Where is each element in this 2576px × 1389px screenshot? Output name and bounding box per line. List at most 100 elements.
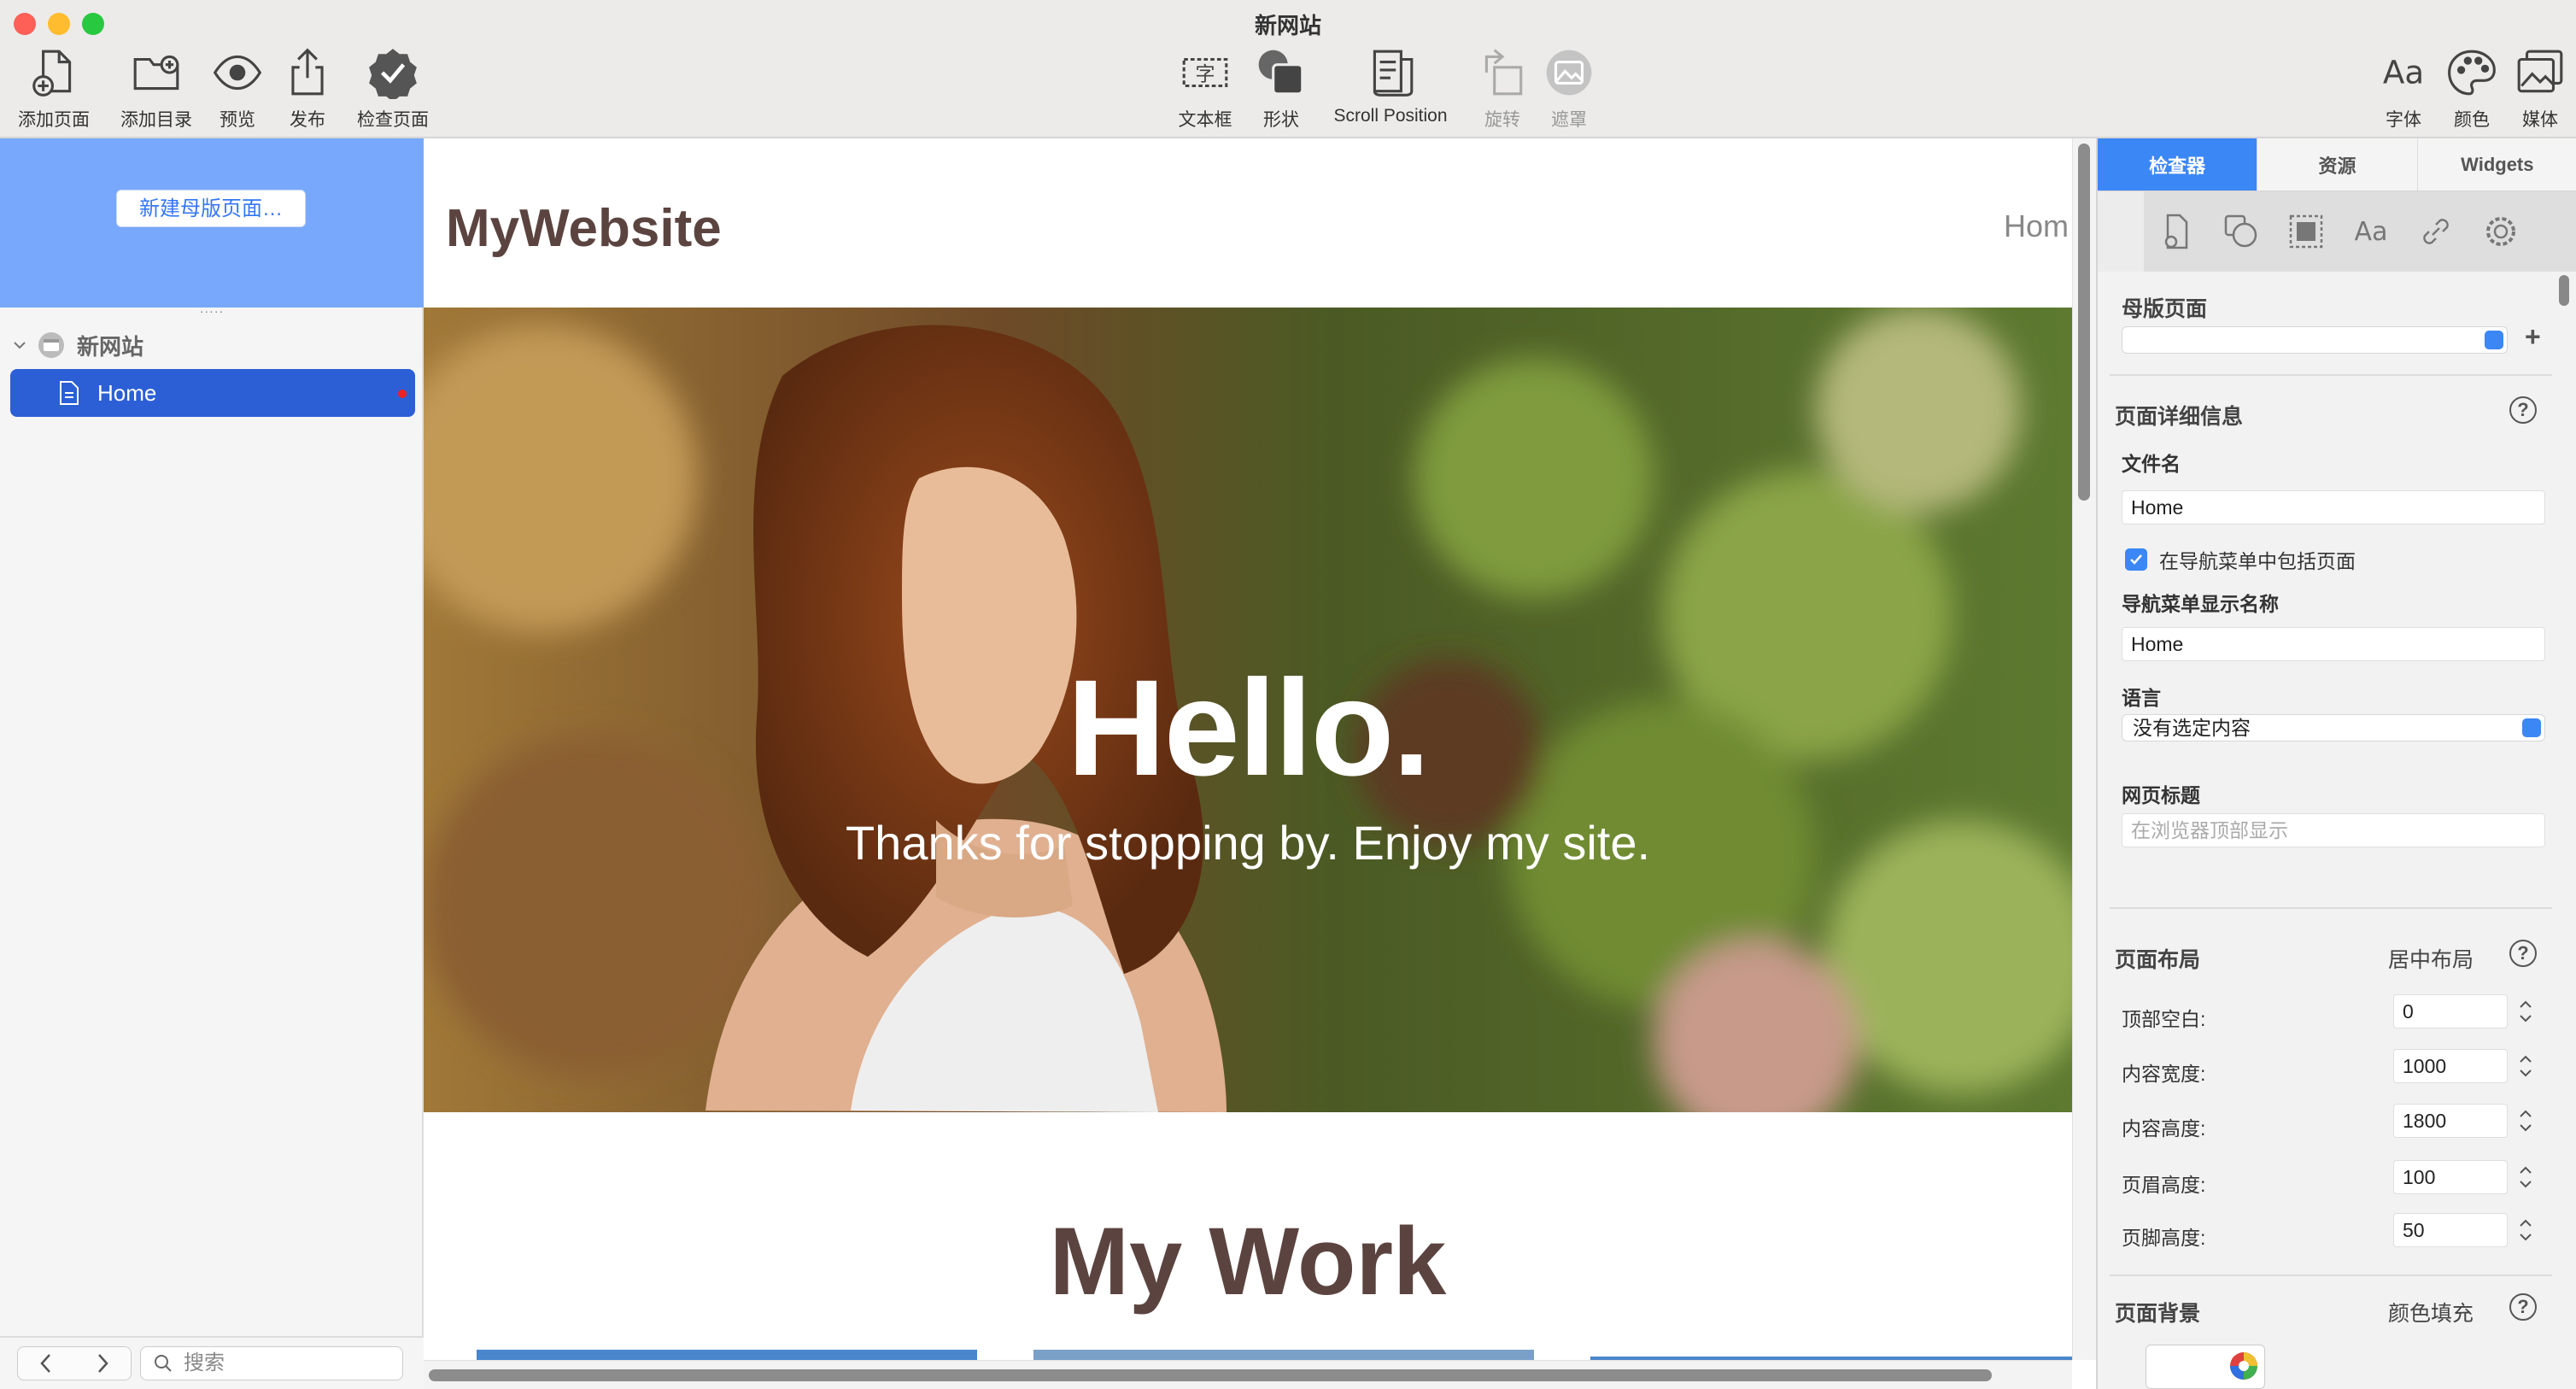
divider <box>2110 374 2552 376</box>
svg-text:Aa: Aa <box>2355 217 2388 247</box>
shape-button[interactable]: 形状 <box>1256 46 1307 132</box>
master-page-select[interactable] <box>2122 326 2508 354</box>
help-button[interactable]: ? <box>2509 940 2537 967</box>
add-master-button[interactable]: + <box>2525 321 2541 353</box>
search-field[interactable] <box>140 1346 403 1380</box>
color-well[interactable] <box>2146 1345 2265 1389</box>
help-button[interactable]: ? <box>2509 1293 2537 1321</box>
updown-icon <box>2522 718 2541 737</box>
header-height-field[interactable]: 100 <box>2393 1160 2508 1194</box>
work-thumbnail[interactable] <box>477 1350 977 1360</box>
hero-title[interactable]: Hello. <box>424 649 2072 806</box>
inspector-subtabs: Aa <box>2144 191 2576 272</box>
color-button[interactable]: 颜色 <box>2444 46 2499 132</box>
nav-menu-item[interactable]: Hom <box>2004 208 2072 244</box>
help-button[interactable]: ? <box>2509 396 2537 424</box>
page-item-home[interactable]: Home <box>10 369 415 417</box>
inspect-page-button[interactable]: 检查页面 <box>350 46 436 132</box>
search-input[interactable] <box>184 1351 372 1375</box>
checkmark-icon <box>2130 554 2142 565</box>
tab-resources[interactable]: 资源 <box>2257 138 2418 190</box>
updown-icon <box>2485 331 2503 349</box>
site-title[interactable]: MyWebsite <box>446 198 722 259</box>
scroll-position-button[interactable]: Scroll Position <box>1322 46 1459 126</box>
add-folder-button[interactable]: 添加目录 <box>114 46 198 132</box>
content-height-field[interactable]: 1800 <box>2393 1104 2508 1138</box>
publish-button[interactable]: 发布 <box>280 46 335 132</box>
include-nav-row[interactable]: 在导航菜单中包括页面 <box>2125 545 2356 574</box>
chevron-down-icon[interactable] <box>12 337 27 353</box>
nav-name-field[interactable]: Home <box>2122 627 2545 661</box>
nav-name-label: 导航菜单显示名称 <box>2122 593 2279 615</box>
rotate-button[interactable]: 旋转 <box>1478 46 1527 132</box>
search-icon <box>155 1355 172 1372</box>
stepper-icon[interactable] <box>2516 1049 2535 1083</box>
divider <box>2110 907 2552 909</box>
forward-button[interactable] <box>74 1347 131 1380</box>
content-width-field[interactable]: 1000 <box>2393 1049 2508 1083</box>
unsaved-indicator <box>398 390 407 398</box>
text-box-button[interactable]: 字 文本框 <box>1174 46 1237 132</box>
svg-text:Aa: Aa <box>2383 53 2424 91</box>
settings-tab[interactable] <box>2468 213 2533 250</box>
scroll-thumb[interactable] <box>429 1369 1992 1381</box>
page-layout-label: 页面布局 <box>2115 948 2201 972</box>
stepper-icon[interactable] <box>2516 994 2535 1029</box>
stepper-icon[interactable] <box>2516 1104 2535 1138</box>
page-background-label: 页面背景 <box>2115 1302 2201 1326</box>
layout-tab[interactable] <box>2209 213 2274 250</box>
shapes-icon <box>2224 214 2257 248</box>
footer-height-label: 页脚高度: <box>2122 1227 2206 1249</box>
tab-widgets[interactable]: Widgets <box>2418 138 2576 190</box>
resize-handle[interactable]: ····· <box>0 305 424 319</box>
text-tab[interactable]: Aa <box>2339 213 2403 250</box>
page-title-field[interactable]: 在浏览器顶部显示 <box>2122 813 2545 847</box>
site-row[interactable]: 新网站 <box>12 328 143 362</box>
include-nav-checkbox[interactable] <box>2125 548 2147 571</box>
toolbar: 新网站 添加页面 添加目录 预览 发布 检查页面 字 文本框 形状 Scroll… <box>0 0 2576 138</box>
preview-button[interactable]: 预览 <box>210 46 265 132</box>
color-wheel-icon <box>2230 1352 2257 1380</box>
link-tab[interactable] <box>2403 213 2468 250</box>
language-value: 没有选定内容 <box>2133 717 2251 739</box>
hero-subtitle[interactable]: Thanks for stopping by. Enjoy my site. <box>424 815 2072 870</box>
media-button[interactable]: 媒体 <box>2513 46 2567 132</box>
eye-icon <box>213 55 262 91</box>
add-page-button[interactable]: 添加页面 <box>12 46 96 132</box>
site-icon <box>38 332 64 358</box>
back-button[interactable] <box>18 1347 74 1380</box>
svg-text:字: 字 <box>1195 62 1215 85</box>
language-select[interactable]: 没有选定内容 <box>2122 714 2545 741</box>
vertical-scrollbar[interactable] <box>2072 138 2096 1360</box>
mask-icon <box>1546 50 1592 96</box>
page-name: Home <box>97 379 157 406</box>
history-nav <box>17 1346 132 1380</box>
scroll-thumb[interactable] <box>2078 144 2090 501</box>
stepper-icon[interactable] <box>2516 1160 2535 1194</box>
top-margin-field[interactable]: 0 <box>2393 994 2508 1029</box>
layout-select[interactable]: 居中布局 <box>2388 943 2474 974</box>
filename-field[interactable]: Home <box>2122 490 2545 525</box>
header-height-label: 页眉高度: <box>2122 1174 2206 1196</box>
text-box-icon: 字 <box>1182 57 1228 88</box>
page-gear-icon <box>2164 214 2188 249</box>
inspector-scroll-thumb[interactable] <box>2559 275 2569 306</box>
page-settings-tab[interactable] <box>2144 213 2209 250</box>
share-icon <box>291 48 324 96</box>
horizontal-scrollbar[interactable] <box>424 1360 2072 1389</box>
work-thumbnail[interactable] <box>1033 1350 1534 1360</box>
font-button[interactable]: Aa 字体 <box>2376 46 2431 132</box>
stepper-icon[interactable] <box>2516 1213 2535 1247</box>
content-height-label: 内容高度: <box>2122 1117 2206 1140</box>
add-page-icon <box>32 50 72 97</box>
tab-inspector[interactable]: 检查器 <box>2098 138 2258 190</box>
new-master-page-button[interactable]: 新建母版页面… <box>116 190 306 227</box>
page-canvas[interactable]: MyWebsite Hom Hello. Thanks for stopping… <box>424 138 2072 1360</box>
font-icon: Aa <box>2383 53 2424 91</box>
background-select[interactable]: 颜色填充 <box>2388 1297 2474 1327</box>
section-title[interactable]: My Work <box>424 1206 2072 1316</box>
mask-button[interactable]: 遮罩 <box>1544 46 1594 132</box>
metrics-tab[interactable] <box>2274 213 2339 250</box>
footer-height-field[interactable]: 50 <box>2393 1213 2508 1247</box>
hero-image[interactable]: Hello. Thanks for stopping by. Enjoy my … <box>424 308 2072 1112</box>
